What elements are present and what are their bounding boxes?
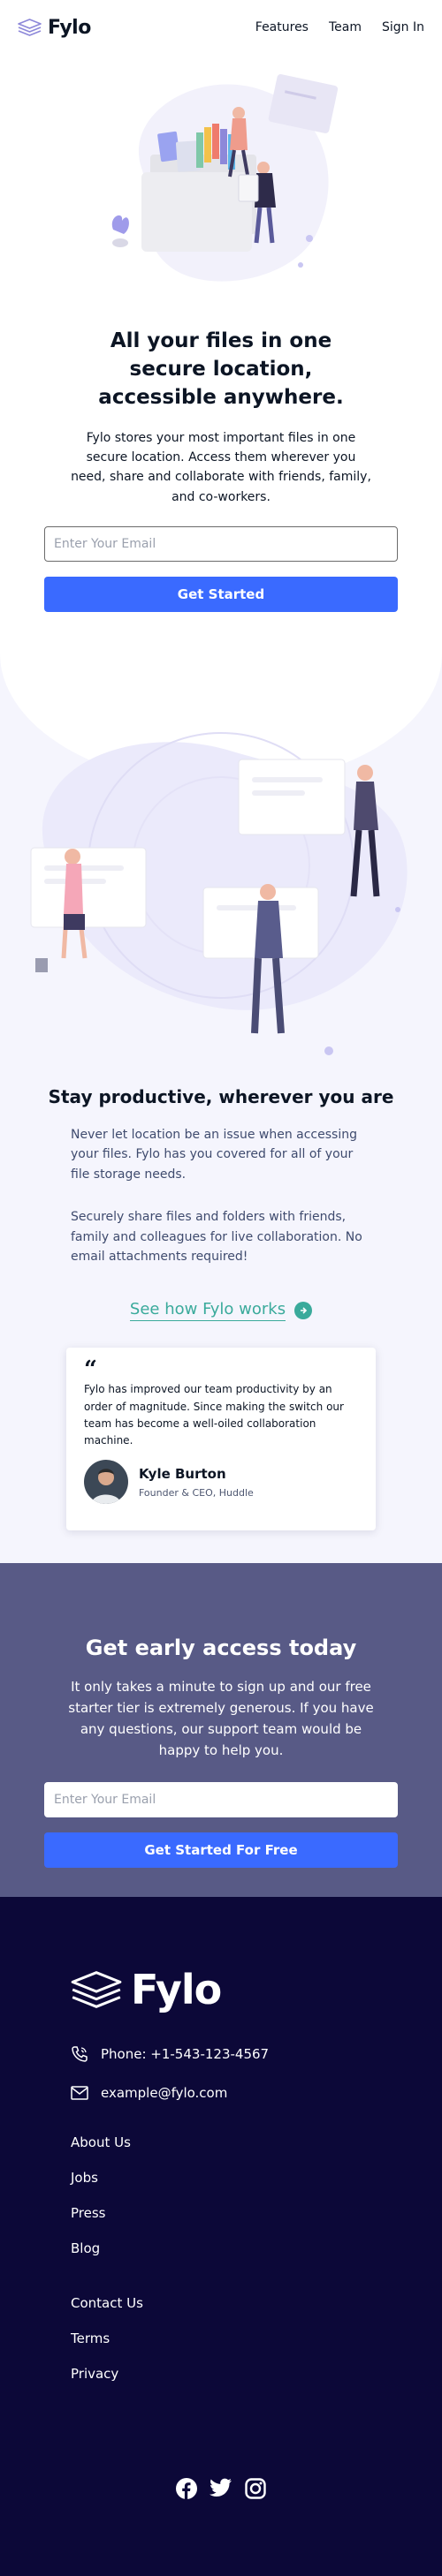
- nav-features[interactable]: Features: [255, 20, 309, 34]
- logo-text: Fylo: [48, 16, 91, 39]
- early-access-description: It only takes a minute to sign up and ou…: [68, 1679, 374, 1758]
- nav-team[interactable]: Team: [329, 20, 362, 34]
- get-started-button[interactable]: Get Started: [44, 577, 398, 613]
- footer-links-secondary: Contact Us Terms Privacy: [71, 2295, 371, 2383]
- quote-icon: “: [84, 1356, 97, 1384]
- footer-link-jobs[interactable]: Jobs: [71, 2170, 98, 2186]
- see-how-link[interactable]: See how Fylo works: [129, 1300, 286, 1322]
- logo-icon: [18, 19, 42, 36]
- productive-paragraph: Never let location be an issue when acce…: [71, 1128, 357, 1182]
- phone-text: Phone: +1-543-123-4567: [101, 2046, 270, 2062]
- testimonial-card: “ Fylo has improved our team productivit…: [66, 1348, 376, 1531]
- testimonial-author: Kyle Burton Founder & CEO, Huddle: [84, 1460, 358, 1505]
- footer-logo[interactable]: Fylo: [71, 1897, 371, 2013]
- footer-link-blog[interactable]: Blog: [71, 2240, 100, 2256]
- instagram-icon[interactable]: [245, 2478, 266, 2499]
- phone-icon: [72, 2046, 88, 2062]
- hero-description: Fylo stores your most important files in…: [71, 430, 371, 504]
- footer-link-terms[interactable]: Terms: [71, 2330, 110, 2346]
- early-access-title: Get early access today: [85, 1635, 357, 1660]
- get-started-free-button[interactable]: Get Started For Free: [44, 1832, 398, 1868]
- productive-title: Stay productive, wherever you are: [48, 1086, 394, 1107]
- footer-link-about-us[interactable]: About Us: [71, 2134, 131, 2150]
- productive-section: Stay productive, wherever you are Never …: [0, 653, 442, 1563]
- avatar: [84, 1460, 128, 1505]
- social-links: [0, 2478, 442, 2499]
- testimonial-quote: Fylo has improved our team productivity …: [84, 1383, 344, 1447]
- hero-section: All your files in one secure location, a…: [0, 55, 442, 653]
- early-access-email-input[interactable]: [44, 1782, 398, 1817]
- testimonial-role: Founder & CEO, Huddle: [139, 1486, 254, 1499]
- nav-sign-in[interactable]: Sign In: [382, 20, 424, 34]
- footer-email: example@fylo.com: [71, 2085, 371, 2101]
- footer-link-privacy[interactable]: Privacy: [71, 2366, 118, 2382]
- hero-title: All your files in one secure location, a…: [98, 329, 344, 410]
- site-header: Fylo Features Team Sign In: [0, 0, 442, 55]
- email-text[interactable]: example@fylo.com: [101, 2085, 227, 2101]
- arrow-right-icon[interactable]: [294, 1302, 313, 1320]
- testimonial-name: Kyle Burton: [139, 1465, 226, 1482]
- footer-logo-text: Fylo: [131, 1966, 222, 2013]
- facebook-icon[interactable]: [176, 2478, 197, 2499]
- logo-icon: [71, 1971, 122, 2008]
- productive-paragraph: Securely share files and folders with fr…: [71, 1210, 362, 1264]
- hero-email-input[interactable]: [44, 526, 398, 563]
- see-how-link-row: See how Fylo works: [0, 1300, 442, 1322]
- early-access-section: Get early access today It only takes a m…: [0, 1563, 442, 1897]
- site-footer: Fylo Phone: +1-543-123-4567 example@fylo…: [0, 1897, 442, 2576]
- productive-illustration: [30, 732, 408, 1055]
- footer-link-press[interactable]: Press: [71, 2205, 105, 2221]
- logo[interactable]: Fylo: [18, 17, 91, 39]
- hero-illustration: [111, 74, 339, 282]
- footer-links-primary: About Us Jobs Press Blog: [71, 2134, 371, 2258]
- mail-icon: [71, 2086, 88, 2100]
- twitter-icon[interactable]: [210, 2478, 232, 2497]
- footer-phone: Phone: +1-543-123-4567: [71, 2045, 371, 2063]
- footer-link-contact-us[interactable]: Contact Us: [71, 2295, 143, 2311]
- main-nav: Features Team Sign In: [255, 20, 424, 34]
